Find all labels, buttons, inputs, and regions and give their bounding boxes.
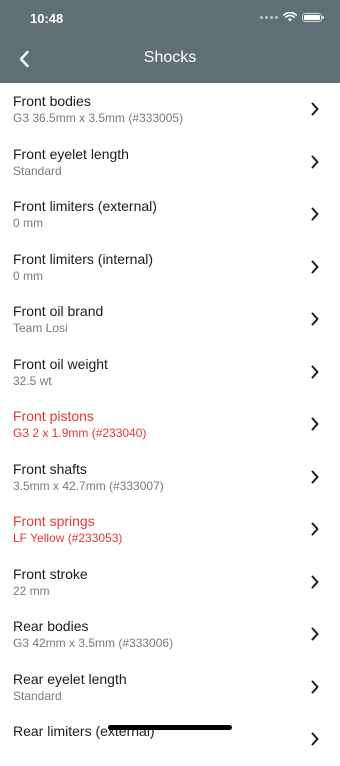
- item-title: Front bodies: [13, 93, 91, 109]
- settings-list: Front bodies G3 36.5mm x 3.5mm (#333005)…: [0, 83, 340, 766]
- item-value: 22 mm: [13, 583, 50, 598]
- list-item-front-pistons[interactable]: Front pistons G3 2 x 1.9mm (#233040): [0, 398, 340, 451]
- item-title: Rear eyelet length: [13, 670, 127, 687]
- list-item-front-eyelet-length[interactable]: Front eyelet length Standard: [0, 136, 340, 189]
- list-item-rear-bodies[interactable]: Rear bodies G3 42mm x 3.5mm (#333006): [0, 608, 340, 661]
- item-value: 0 mm: [13, 216, 43, 230]
- item-value: 0 mm: [13, 268, 43, 283]
- item-title: Front springs: [13, 513, 95, 529]
- item-title: Front shafts: [13, 460, 87, 477]
- chevron-right-icon: [311, 522, 319, 536]
- item-title: Front limiters (internal): [13, 250, 154, 267]
- chevron-right-icon: [311, 627, 319, 641]
- item-title: Front eyelet length: [13, 145, 129, 162]
- chevron-right-icon: [311, 312, 319, 326]
- list-item-rear-limiters-external[interactable]: Rear limiters (external): [0, 713, 340, 766]
- item-value: G3 36.5mm x 3.5mm (#333005): [13, 111, 184, 125]
- list-item-front-oil-weight[interactable]: Front oil weight 32.5 wt: [0, 346, 340, 399]
- list-item-rear-eyelet-length[interactable]: Rear eyelet length Standard: [0, 661, 340, 714]
- item-title: Front limiters (external): [13, 198, 157, 214]
- list-item-front-stroke[interactable]: Front stroke 22 mm: [0, 556, 340, 609]
- item-value: LF Yellow (#233053): [13, 531, 123, 545]
- list-item-front-shafts[interactable]: Front shafts 3.5mm x 42.7mm (#333007): [0, 451, 340, 504]
- home-indicator: [108, 725, 232, 730]
- item-value: Standard: [13, 163, 62, 178]
- chevron-right-icon: [311, 102, 319, 116]
- chevron-right-icon: [311, 365, 319, 378]
- item-title: Front stroke: [13, 565, 88, 582]
- list-item-front-limiters-external[interactable]: Front limiters (external) 0 mm: [0, 188, 340, 241]
- item-value: G3 42mm x 3.5mm (#333006): [13, 636, 174, 650]
- item-title: Front oil weight: [13, 355, 108, 372]
- item-title: Rear bodies: [13, 618, 89, 634]
- chevron-right-icon: [311, 680, 319, 693]
- item-title: Front pistons: [13, 408, 94, 424]
- chevron-right-icon: [311, 575, 319, 588]
- chevron-right-icon: [311, 207, 319, 221]
- item-value: 3.5mm x 42.7mm (#333007): [13, 478, 164, 493]
- chevron-right-icon: [311, 155, 319, 168]
- status-time: 10:48: [30, 11, 64, 26]
- item-value: 32.5 wt: [13, 373, 52, 388]
- item-value: Team Losi: [13, 321, 68, 335]
- page-title: Shocks: [143, 49, 197, 66]
- navigation-bar: Shocks: [0, 38, 340, 83]
- item-title: Front oil brand: [13, 303, 104, 319]
- list-item-front-limiters-internal[interactable]: Front limiters (internal) 0 mm: [0, 241, 340, 294]
- status-bar: 10:48: [0, 0, 340, 38]
- header: 10:48 Shocks: [0, 0, 340, 83]
- chevron-right-icon: [311, 470, 319, 483]
- battery-icon: [302, 12, 324, 22]
- item-value: G3 2 x 1.9mm (#233040): [13, 426, 147, 440]
- list-item-front-bodies[interactable]: Front bodies G3 36.5mm x 3.5mm (#333005): [0, 83, 340, 136]
- chevron-right-icon: [311, 417, 319, 431]
- wifi-icon: [283, 12, 297, 22]
- chevron-right-icon: [311, 732, 319, 746]
- list-item-front-oil-brand[interactable]: Front oil brand Team Losi: [0, 293, 340, 346]
- cellular-signal-icon: [260, 15, 278, 19]
- status-icons: [260, 12, 324, 22]
- list-item-front-springs[interactable]: Front springs LF Yellow (#233053): [0, 503, 340, 556]
- chevron-right-icon: [311, 260, 319, 273]
- item-value: Standard: [13, 688, 62, 703]
